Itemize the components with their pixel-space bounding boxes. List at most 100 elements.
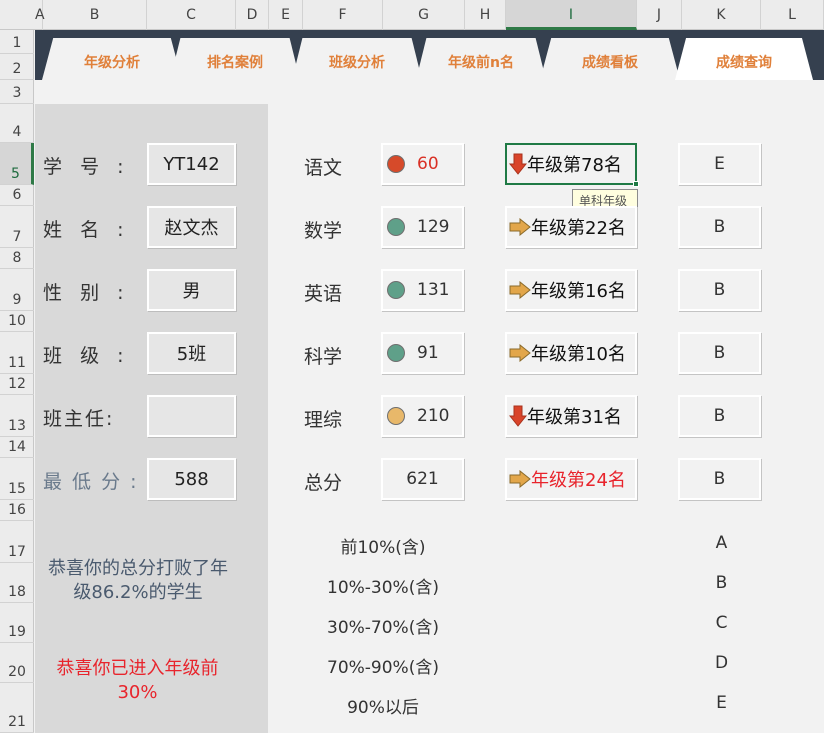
row-header-3[interactable]: 3 [0, 80, 34, 104]
score-indicator-icon [387, 155, 405, 173]
subject-grade-cell[interactable]: B [678, 332, 761, 374]
subject-grade-cell[interactable]: E [678, 143, 761, 185]
subject-rank-cell[interactable]: 年级第22名 [505, 206, 637, 248]
row-header-7[interactable]: 7 [0, 206, 34, 248]
subject-grade-cell[interactable]: B [678, 206, 761, 248]
row-header-5[interactable]: 5 [0, 143, 34, 185]
column-header-e[interactable]: E [269, 0, 303, 30]
arrow-right-icon [509, 470, 531, 488]
subject-rank: 年级第31名 [527, 407, 622, 428]
legend-grade: A [715, 533, 728, 553]
column-header-j[interactable]: J [637, 0, 682, 30]
row-header-4[interactable]: 4 [0, 104, 34, 143]
subject-score-cell[interactable]: 60 [381, 143, 464, 185]
row-header-21[interactable]: 21 [0, 683, 34, 733]
subject-rank-cell[interactable]: 年级第31名 [505, 395, 637, 437]
class-label: 班 级 : [43, 345, 126, 367]
column-header-i[interactable]: I [506, 0, 637, 30]
row-header-20[interactable]: 20 [0, 643, 34, 683]
subject-score: 129 [417, 217, 450, 237]
tab-grade-analysis[interactable]: 年级分析 [42, 38, 182, 80]
arrow-down-icon [509, 405, 527, 427]
row-header-13[interactable]: 13 [0, 395, 34, 437]
legend-grade: C [715, 613, 728, 633]
student-id-field[interactable]: YT142 [147, 143, 236, 185]
row-header-17[interactable]: 17 [0, 521, 34, 563]
tab-ranking-cases[interactable]: 排名案例 [170, 38, 300, 80]
column-header-h[interactable]: H [465, 0, 506, 30]
column-header-d[interactable]: D [236, 0, 269, 30]
subject-score-cell[interactable]: 129 [381, 206, 464, 248]
row-header-15[interactable]: 15 [0, 458, 34, 500]
arrow-down-icon [509, 153, 527, 175]
entered-top-message: 恭喜你已进入年级前30% [56, 658, 219, 703]
arrow-right-icon [509, 281, 531, 299]
column-header-b[interactable]: B [43, 0, 147, 30]
column-header-g[interactable]: G [383, 0, 465, 30]
row-header-18[interactable]: 18 [0, 563, 34, 603]
tab-label: 成绩看板 [582, 55, 638, 71]
subject-name: 科学 [304, 346, 343, 368]
head-teacher-field[interactable] [147, 395, 236, 437]
subject-score: 60 [417, 154, 439, 174]
tab-score-dashboard[interactable]: 成绩看板 [540, 38, 680, 80]
row-header-8[interactable]: 8 [0, 248, 34, 269]
subject-rank-cell[interactable]: 年级第24名 [505, 458, 637, 500]
min-score-label: 最 低 分 : [43, 471, 139, 493]
subject-score-cell[interactable]: 131 [381, 269, 464, 311]
head-teacher-label: 班主任: [43, 408, 115, 430]
row-header-11[interactable]: 11 [0, 332, 34, 374]
selection-fill-handle[interactable] [633, 181, 639, 187]
student-name-label: 姓 名 : [43, 219, 126, 241]
tab-label: 班级分析 [329, 55, 385, 71]
row-header-1[interactable]: 1 [0, 30, 34, 54]
row-header-6[interactable]: 6 [0, 185, 34, 206]
tab-class-analysis[interactable]: 班级分析 [292, 38, 422, 80]
row-header-2[interactable]: 2 [0, 54, 34, 80]
column-header-a[interactable]: A [35, 0, 45, 30]
tab-label: 成绩查询 [716, 55, 772, 71]
row-header-19[interactable]: 19 [0, 603, 34, 643]
subject-name: 语文 [304, 157, 343, 179]
tab-grade-top-n[interactable]: 年级前n名 [416, 38, 546, 80]
arrow-right-icon [509, 344, 531, 362]
subject-rank-cell[interactable]: 年级第78名 [505, 143, 637, 185]
row-header-10[interactable]: 10 [0, 311, 34, 332]
legend-grade: B [715, 573, 728, 593]
subject-score: 91 [417, 343, 439, 363]
legend-range: 10%-30%(含) [327, 578, 439, 598]
subject-rank-cell[interactable]: 年级第16名 [505, 269, 637, 311]
subject-grade-cell[interactable]: B [678, 458, 761, 500]
subject-score-cell[interactable]: 91 [381, 332, 464, 374]
score-indicator-icon [387, 218, 405, 236]
subject-score-cell[interactable]: 621 [381, 458, 464, 500]
row-header-14[interactable]: 14 [0, 437, 34, 458]
subject-score-cell[interactable]: 210 [381, 395, 464, 437]
student-name-field[interactable]: 赵文杰 [147, 206, 236, 248]
row-header-16[interactable]: 16 [0, 500, 34, 521]
subject-name: 英语 [304, 283, 343, 305]
tab-score-query[interactable]: 成绩查询 [675, 38, 813, 80]
gender-label: 性 别 : [43, 282, 126, 304]
row-header-12[interactable]: 12 [0, 374, 34, 395]
column-header-c[interactable]: C [147, 0, 236, 30]
column-header-f[interactable]: F [303, 0, 383, 30]
student-id-label: 学 号 : [43, 156, 126, 178]
subject-name: 数学 [304, 220, 343, 242]
subject-grade-cell[interactable]: B [678, 395, 761, 437]
gender-field[interactable]: 男 [147, 269, 236, 311]
tab-label: 年级分析 [84, 55, 140, 71]
subject-score: 621 [406, 469, 439, 489]
legend-range: 前10%(含) [340, 538, 426, 558]
subject-rank: 年级第78名 [527, 155, 622, 176]
row-header-9[interactable]: 9 [0, 269, 34, 311]
column-header-k[interactable]: K [682, 0, 761, 30]
legend-range: 90%以后 [347, 698, 419, 718]
legend-range: 70%-90%(含) [327, 658, 439, 678]
class-field[interactable]: 5班 [147, 332, 236, 374]
min-score-field[interactable]: 588 [147, 458, 236, 500]
column-header-l[interactable]: L [761, 0, 824, 30]
subject-rank-cell[interactable]: 年级第10名 [505, 332, 637, 374]
legend-range: 30%-70%(含) [327, 618, 439, 638]
subject-grade-cell[interactable]: B [678, 269, 761, 311]
